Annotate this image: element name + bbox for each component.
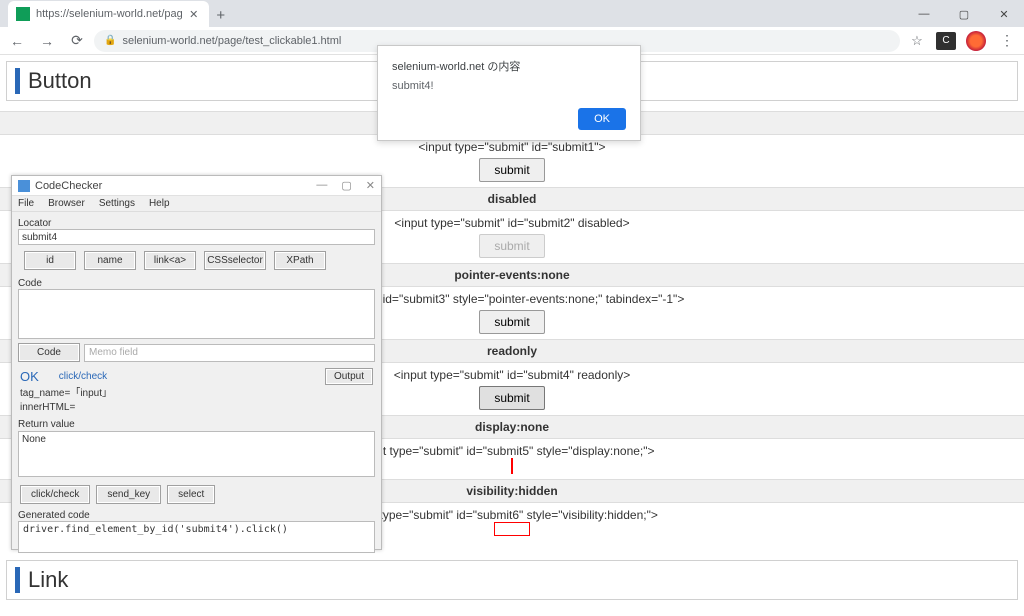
reload-button[interactable]: ⟳ (64, 29, 90, 53)
loc-link-button[interactable]: link<a> (144, 251, 196, 270)
menu-settings[interactable]: Settings (99, 198, 135, 209)
maximize-button[interactable]: ▢ (944, 1, 984, 27)
displaynone-marker (511, 458, 513, 474)
code-textarea[interactable] (18, 289, 375, 339)
code-displaynone: put type="submit" id="submit5" style="di… (369, 444, 654, 458)
code-disabled: <input type="submit" id="submit2" disabl… (394, 216, 629, 230)
cc-maximize-button[interactable]: ▢ (341, 179, 351, 192)
alert-ok-button[interactable]: OK (578, 108, 626, 130)
window-controls: — ▢ ✕ (904, 1, 1024, 27)
lock-icon: 🔒 (104, 35, 116, 46)
browser-tab-strip: https://selenium-world.net/pag ✕ + — ▢ ✕ (0, 0, 1024, 27)
url-text: selenium-world.net/page/test_clickable1.… (122, 35, 341, 47)
menu-help[interactable]: Help (149, 198, 170, 209)
code-readonly: <input type="submit" id="submit4" readon… (394, 368, 631, 382)
action-clickcheck-button[interactable]: click/check (20, 485, 90, 504)
tab-title: https://selenium-world.net/pag (36, 8, 183, 20)
new-tab-button[interactable]: + (209, 3, 233, 27)
favicon-icon (16, 7, 30, 21)
generated-label: Generated code (18, 510, 375, 521)
tagname-line: tag_name=「input」 (18, 387, 375, 401)
browser-tab[interactable]: https://selenium-world.net/pag ✕ (8, 1, 209, 27)
close-icon[interactable]: ✕ (187, 7, 201, 21)
codechecker-window: CodeChecker — ▢ ✕ File Browser Settings … (11, 175, 382, 550)
heading-link: Link (15, 567, 1009, 593)
submit2-button (479, 234, 544, 258)
cc-titlebar[interactable]: CodeChecker — ▢ ✕ (12, 176, 381, 196)
menu-file[interactable]: File (18, 198, 34, 209)
cc-title-text: CodeChecker (35, 180, 316, 192)
menu-browser[interactable]: Browser (48, 198, 85, 209)
action-select-button[interactable]: select (167, 485, 215, 504)
loc-id-button[interactable]: id (24, 251, 76, 270)
visibility-marker (494, 522, 530, 536)
submit4-button[interactable] (479, 386, 544, 410)
code-label: Code (18, 278, 375, 289)
return-textarea[interactable]: None (18, 431, 375, 477)
bookmark-icon[interactable]: ☆ (904, 33, 930, 49)
status-ok: OK (20, 369, 39, 384)
close-button[interactable]: ✕ (984, 1, 1024, 27)
extension-icon[interactable]: C (936, 32, 956, 50)
js-alert: selenium-world.net の内容 submit4! OK (377, 45, 641, 141)
back-button[interactable]: ← (4, 29, 30, 53)
cc-close-button[interactable]: ✕ (366, 179, 375, 192)
profile-icon[interactable] (966, 31, 986, 51)
action-sendkey-button[interactable]: send_key (96, 485, 161, 504)
code-nomal: <input type="submit" id="submit1"> (418, 140, 605, 154)
submit1-button[interactable] (479, 158, 544, 182)
menu-icon[interactable]: ⋮ (994, 32, 1020, 49)
loc-name-button[interactable]: name (84, 251, 136, 270)
cc-menubar: File Browser Settings Help (12, 196, 381, 212)
generated-code-area[interactable]: driver.find_element_by_id('submit4').cli… (18, 521, 375, 553)
submit3-button[interactable] (479, 310, 544, 334)
alert-message: submit4! (392, 80, 626, 92)
output-button[interactable]: Output (325, 368, 373, 385)
minimize-button[interactable]: — (904, 1, 944, 27)
alert-title: selenium-world.net の内容 (392, 58, 626, 74)
code-visibility: ut type="submit" id="submit6" style="vis… (366, 508, 658, 522)
app-icon (18, 180, 30, 192)
code-pointer: submit" id="submit3" style="pointer-even… (340, 292, 685, 306)
code-button[interactable]: Code (18, 343, 80, 362)
return-label: Return value (18, 419, 375, 430)
status-clickcheck: click/check (59, 371, 107, 382)
section-link-header: Link (6, 560, 1018, 600)
cc-minimize-button[interactable]: — (316, 179, 327, 192)
memo-input[interactable]: Memo field (84, 344, 375, 362)
locator-label: Locator (18, 218, 375, 229)
forward-button[interactable]: → (34, 29, 60, 53)
locator-input[interactable]: submit4 (18, 229, 375, 245)
loc-css-button[interactable]: CSSselector (204, 251, 266, 270)
innerhtml-line: innerHTML= (18, 401, 375, 415)
loc-xpath-button[interactable]: XPath (274, 251, 326, 270)
locator-buttons: id name link<a> CSSselector XPath (18, 245, 375, 276)
